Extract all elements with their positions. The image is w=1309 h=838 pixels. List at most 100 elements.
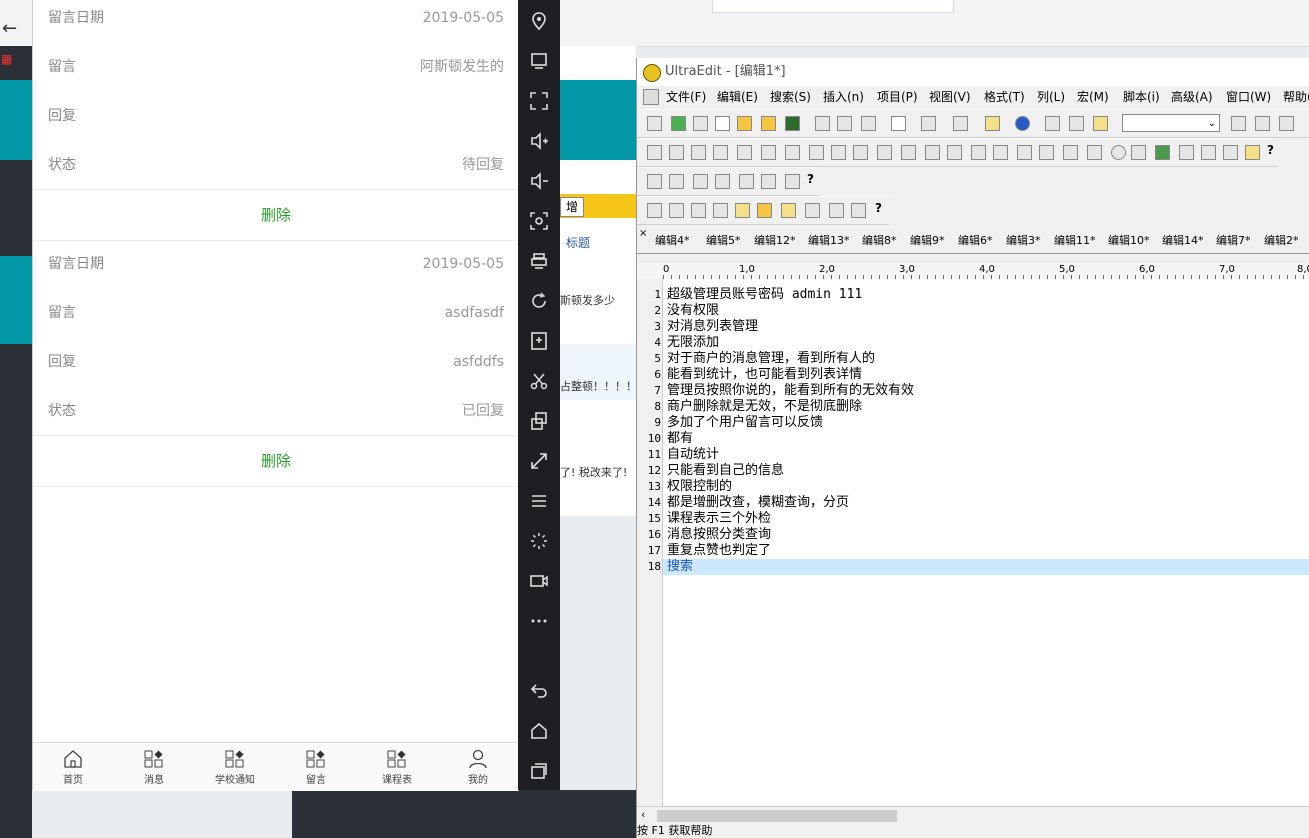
cut-icon[interactable]: [1045, 116, 1060, 131]
scissors-icon[interactable]: [529, 371, 549, 391]
location-icon[interactable]: [529, 11, 549, 31]
menu-column[interactable]: 列(L): [1037, 86, 1065, 108]
back-arrow-icon[interactable]: [671, 116, 686, 131]
toolbar-button-icon[interactable]: [647, 116, 662, 131]
browser-back-icon[interactable]: ←: [2, 18, 17, 39]
save-icon[interactable]: [785, 116, 800, 131]
anchor-icon[interactable]: [1179, 145, 1194, 160]
add-button[interactable]: 增: [560, 197, 584, 217]
printer-icon[interactable]: [529, 251, 549, 271]
underline-icon[interactable]: [713, 145, 728, 160]
code-line[interactable]: 多加了个用户留言可以反馈: [667, 415, 823, 431]
menu-format[interactable]: 格式(T): [984, 86, 1025, 108]
volume-up-icon[interactable]: [529, 131, 549, 151]
print-icon[interactable]: [815, 116, 830, 131]
wikipedia-icon[interactable]: [691, 203, 706, 218]
code-line[interactable]: 对消息列表管理: [667, 319, 758, 335]
code-line[interactable]: 搜索: [667, 559, 693, 575]
menu-edit[interactable]: 编辑(E): [717, 86, 758, 108]
menu-file[interactable]: 文件(F): [666, 86, 706, 108]
menu-icon[interactable]: [529, 491, 549, 511]
menu-insert[interactable]: 插入(n): [823, 86, 864, 108]
fullscreen-icon[interactable]: [529, 91, 549, 111]
link-icon[interactable]: [829, 203, 844, 218]
tab-file[interactable]: 编辑2*: [1264, 229, 1299, 253]
close-tab-icon[interactable]: ×: [639, 222, 647, 246]
hex-icon[interactable]: [953, 116, 968, 131]
php-icon[interactable]: [805, 203, 820, 218]
help-question-icon[interactable]: ?: [875, 201, 882, 215]
code-line[interactable]: 自动统计: [667, 447, 719, 463]
form-icon[interactable]: [947, 145, 962, 160]
copy-icon[interactable]: [1069, 116, 1084, 131]
menu-project[interactable]: 项目(P): [877, 86, 918, 108]
screenshot-icon[interactable]: [529, 211, 549, 231]
recents-icon[interactable]: [529, 761, 549, 781]
code-line[interactable]: 重复点赞也判定了: [667, 543, 771, 559]
menu-macro[interactable]: 宏(M): [1077, 86, 1109, 108]
open-folder-icon[interactable]: [737, 116, 752, 131]
text-editor[interactable]: 1 超级管理员账号密码 admin 111 2 没有权限 3 对消息列表管理 4 无限添加 5 对…: [637, 279, 1309, 806]
tab-timetable[interactable]: 课程表: [357, 743, 437, 791]
windows-icon[interactable]: [851, 203, 866, 218]
code-line[interactable]: 都是增删改查，模糊查询，分页: [667, 495, 849, 511]
wrap-icon[interactable]: [921, 116, 936, 131]
hr-icon[interactable]: [971, 145, 986, 160]
resize-icon[interactable]: [529, 451, 549, 471]
code-line[interactable]: 无限添加: [667, 335, 719, 351]
home-icon[interactable]: [529, 721, 549, 741]
find-files-icon[interactable]: [1279, 116, 1294, 131]
replace-icon[interactable]: [1255, 116, 1270, 131]
hidden-field-icon[interactable]: [1063, 145, 1078, 160]
code-line[interactable]: 对于商户的消息管理，看到所有人的: [667, 351, 875, 367]
page-icon[interactable]: [891, 116, 906, 131]
menu-search[interactable]: 搜索(S): [770, 86, 811, 108]
code-line[interactable]: 都有: [667, 431, 693, 447]
apk-install-icon[interactable]: [529, 331, 549, 351]
scrollbar-thumb[interactable]: [657, 810, 897, 822]
code-line[interactable]: 权限控制的: [667, 479, 732, 495]
justify-icon[interactable]: [925, 145, 940, 160]
tab-file[interactable]: 编辑14*: [1162, 229, 1204, 253]
bold-icon[interactable]: [669, 145, 684, 160]
select-icon[interactable]: [1131, 145, 1146, 160]
help-question-icon[interactable]: ?: [807, 172, 814, 186]
input-icon[interactable]: [1039, 145, 1054, 160]
code-line[interactable]: 管理员按照你说的，能看到所有的无效有效: [667, 383, 914, 399]
tab-file[interactable]: 编辑13*: [808, 229, 850, 253]
code-line[interactable]: 没有权限: [667, 303, 719, 319]
forward-arrow-icon[interactable]: [693, 116, 708, 131]
lock-icon[interactable]: [1245, 145, 1260, 160]
code-line[interactable]: 只能看到自己的信息: [667, 463, 784, 479]
case-icon[interactable]: [1223, 145, 1238, 160]
browser-tab[interactable]: [712, 0, 954, 13]
code-line[interactable]: 消息按照分类查询: [667, 527, 771, 543]
html-tag-icon[interactable]: [647, 145, 662, 160]
menu-view[interactable]: 视图(V): [929, 86, 971, 108]
scroll-left-icon[interactable]: ‹: [641, 808, 645, 821]
web-icon[interactable]: [713, 203, 728, 218]
globe-icon[interactable]: [1015, 116, 1030, 131]
lightbulb-icon[interactable]: [735, 203, 750, 218]
n-icon[interactable]: [781, 203, 796, 218]
multi-window-icon[interactable]: [529, 411, 549, 431]
clipboard-icon[interactable]: [985, 116, 1000, 131]
print-preview-icon[interactable]: [837, 116, 852, 131]
rotate-icon[interactable]: [529, 291, 549, 311]
flag-icon[interactable]: [761, 174, 776, 189]
tab-file[interactable]: 编辑4*: [655, 229, 690, 253]
tab-comments[interactable]: 留言: [276, 743, 356, 791]
menu-window[interactable]: 窗口(W): [1226, 86, 1271, 108]
tab-file[interactable]: 编辑6*: [958, 229, 993, 253]
menu-script[interactable]: 脚本(i): [1123, 86, 1160, 108]
delete-button[interactable]: 删除: [33, 435, 519, 487]
delete-button[interactable]: 删除: [33, 189, 519, 241]
paste-icon[interactable]: [1093, 116, 1108, 131]
screen-icon[interactable]: [529, 51, 549, 71]
tab-mine[interactable]: 我的: [438, 743, 518, 791]
back-icon[interactable]: [529, 680, 549, 700]
tab-file[interactable]: 编辑9*: [910, 229, 945, 253]
table-icon[interactable]: [1201, 145, 1216, 160]
textfield-icon[interactable]: [993, 145, 1008, 160]
search-combo-box[interactable]: ⌄: [1122, 114, 1220, 132]
